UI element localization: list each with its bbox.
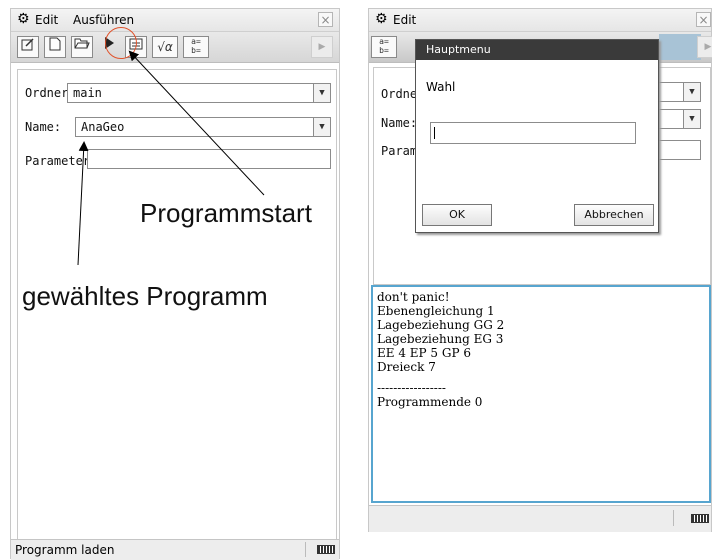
- name-label: Name:: [25, 120, 62, 134]
- battery-icon: [317, 545, 335, 554]
- battery-icon: [691, 514, 709, 523]
- right-screen: ⚙ Edit × a= b= ▶ Ordner ▼ Name: ▼ Param …: [368, 8, 712, 532]
- output-line: -----------------: [377, 381, 446, 395]
- sqrt-alpha-icon[interactable]: √α: [152, 36, 178, 58]
- menu-run[interactable]: Ausführen: [73, 13, 134, 27]
- edit-icon[interactable]: [17, 36, 39, 58]
- name-label: Name:: [381, 116, 418, 130]
- parameter-label: Param: [381, 144, 418, 158]
- folder-value: main: [73, 86, 102, 100]
- name-value: AnaGeo: [81, 120, 125, 134]
- output-line: EE 4 EP 5 GP 6: [377, 346, 471, 360]
- close-icon[interactable]: ×: [318, 12, 333, 27]
- text-cursor: [434, 127, 435, 139]
- annotation-selected-program: gewähltes Programm: [22, 281, 268, 311]
- open-folder-icon[interactable]: [71, 36, 93, 58]
- left-menu-bar: ⚙ Edit Ausführen ×: [11, 9, 339, 32]
- left-toolbar: √α a= b= ▶: [11, 32, 339, 63]
- parameter-input[interactable]: [657, 140, 701, 160]
- output-line: don't panic!: [377, 290, 450, 304]
- chevron-down-icon[interactable]: ▼: [683, 109, 701, 129]
- status-divider: [305, 542, 306, 557]
- status-divider: [673, 510, 674, 526]
- toolbar-highlight: [659, 34, 701, 60]
- menu-edit[interactable]: Edit: [35, 13, 58, 27]
- menu-edit[interactable]: Edit: [393, 13, 416, 27]
- output-line: Lagebeziehung EG 3: [377, 332, 504, 346]
- dialog-title: Hauptmenu: [416, 40, 658, 60]
- new-file-icon[interactable]: [44, 36, 66, 58]
- name-select[interactable]: AnaGeo ▼: [75, 117, 331, 137]
- chevron-down-icon[interactable]: ▼: [313, 83, 331, 103]
- output-console[interactable]: don't panic! Ebenengleichung 1 Lagebezie…: [371, 285, 711, 503]
- parameter-input[interactable]: [87, 149, 331, 169]
- close-icon[interactable]: ×: [696, 12, 711, 27]
- output-line: Lagebeziehung GG 2: [377, 318, 505, 332]
- folder-select[interactable]: ▼: [657, 82, 701, 102]
- toolbar-scroll-right[interactable]: ▶: [697, 36, 712, 58]
- chevron-down-icon[interactable]: ▼: [683, 82, 701, 102]
- status-text: Programm laden: [15, 543, 115, 557]
- highlight-circle: [105, 27, 137, 59]
- gear-icon[interactable]: ⚙: [17, 11, 30, 27]
- folder-select[interactable]: main ▼: [67, 83, 331, 103]
- annotation-program-start: Programmstart: [140, 198, 312, 228]
- chevron-down-icon[interactable]: ▼: [313, 117, 331, 137]
- gear-icon[interactable]: ⚙: [375, 11, 388, 27]
- dialog-input[interactable]: [430, 122, 636, 144]
- output-line: Ebenengleichung 1: [377, 304, 495, 318]
- assign-icon[interactable]: a= b=: [183, 36, 209, 58]
- output-line: Programmende 0: [377, 395, 483, 409]
- left-status-bar: Programm laden: [11, 539, 339, 560]
- right-menu-bar: ⚙ Edit ×: [369, 9, 711, 32]
- cancel-button[interactable]: Abbrechen: [574, 204, 654, 226]
- ok-button[interactable]: OK: [422, 204, 492, 226]
- right-status-bar: [369, 505, 711, 532]
- assign-icon[interactable]: a= b=: [371, 36, 397, 58]
- toolbar-scroll-right[interactable]: ▶: [311, 36, 333, 58]
- dialog-prompt: Wahl: [426, 80, 456, 94]
- output-line: Dreieck 7: [377, 360, 436, 374]
- name-select[interactable]: ▼: [657, 109, 701, 129]
- main-menu-dialog: Hauptmenu Wahl OK Abbrechen: [415, 39, 659, 233]
